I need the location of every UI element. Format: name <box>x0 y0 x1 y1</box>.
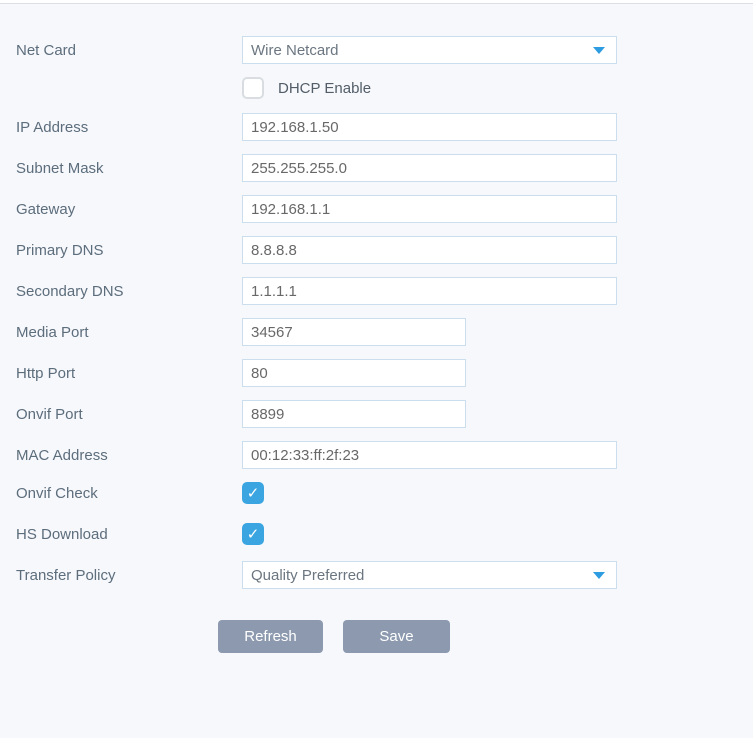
subnet-mask-row: Subnet Mask <box>0 154 753 182</box>
secondary-dns-label: Secondary DNS <box>16 283 242 300</box>
onvif-check-label: Onvif Check <box>16 485 242 502</box>
media-port-label: Media Port <box>16 324 242 341</box>
ip-address-label: IP Address <box>16 119 242 136</box>
onvif-port-label: Onvif Port <box>16 406 242 423</box>
secondary-dns-row: Secondary DNS <box>0 277 753 305</box>
chevron-down-icon <box>593 47 605 54</box>
hs-download-row: HS Download ✓ <box>0 523 753 545</box>
transfer-policy-row: Transfer Policy Quality Preferred <box>0 561 753 589</box>
mac-address-label: MAC Address <box>16 447 242 464</box>
onvif-check-row: Onvif Check ✓ <box>0 482 753 504</box>
media-port-row: Media Port <box>0 318 753 346</box>
checkmark-icon: ✓ <box>247 486 260 501</box>
subnet-mask-input[interactable] <box>242 154 617 182</box>
mac-address-row: MAC Address <box>0 441 753 469</box>
primary-dns-label: Primary DNS <box>16 242 242 259</box>
net-card-label: Net Card <box>16 42 242 59</box>
primary-dns-input[interactable] <box>242 236 617 264</box>
onvif-port-row: Onvif Port <box>0 400 753 428</box>
transfer-policy-selected-value: Quality Preferred <box>251 567 364 584</box>
chevron-down-icon <box>593 572 605 579</box>
onvif-check-checkbox[interactable]: ✓ <box>242 482 264 504</box>
network-settings-page: Net Card Wire Netcard ✓ DHCP Enable IP A… <box>0 0 753 738</box>
gateway-label: Gateway <box>16 201 242 218</box>
save-button[interactable]: Save <box>343 620 450 653</box>
net-card-select[interactable]: Wire Netcard <box>242 36 617 64</box>
net-card-row: Net Card Wire Netcard <box>0 36 753 64</box>
hs-download-label: HS Download <box>16 526 242 543</box>
refresh-button[interactable]: Refresh <box>218 620 323 653</box>
transfer-policy-label: Transfer Policy <box>16 567 242 584</box>
primary-dns-row: Primary DNS <box>0 236 753 264</box>
http-port-row: Http Port <box>0 359 753 387</box>
net-card-selected-value: Wire Netcard <box>251 42 339 59</box>
dhcp-row: ✓ DHCP Enable <box>0 77 753 99</box>
hs-download-checkbox[interactable]: ✓ <box>242 523 264 545</box>
secondary-dns-input[interactable] <box>242 277 617 305</box>
onvif-port-input[interactable] <box>242 400 466 428</box>
subnet-mask-label: Subnet Mask <box>16 160 242 177</box>
network-settings-form: Net Card Wire Netcard ✓ DHCP Enable IP A… <box>0 3 753 653</box>
http-port-label: Http Port <box>16 365 242 382</box>
http-port-input[interactable] <box>242 359 466 387</box>
media-port-input[interactable] <box>242 318 466 346</box>
gateway-input[interactable] <box>242 195 617 223</box>
ip-address-input[interactable] <box>242 113 617 141</box>
checkmark-icon: ✓ <box>247 527 260 542</box>
mac-address-input[interactable] <box>242 441 617 469</box>
ip-address-row: IP Address <box>0 113 753 141</box>
dhcp-enable-label: DHCP Enable <box>278 80 371 97</box>
form-actions: Refresh Save <box>0 620 753 653</box>
gateway-row: Gateway <box>0 195 753 223</box>
dhcp-enable-checkbox[interactable]: ✓ <box>242 77 264 99</box>
transfer-policy-select[interactable]: Quality Preferred <box>242 561 617 589</box>
